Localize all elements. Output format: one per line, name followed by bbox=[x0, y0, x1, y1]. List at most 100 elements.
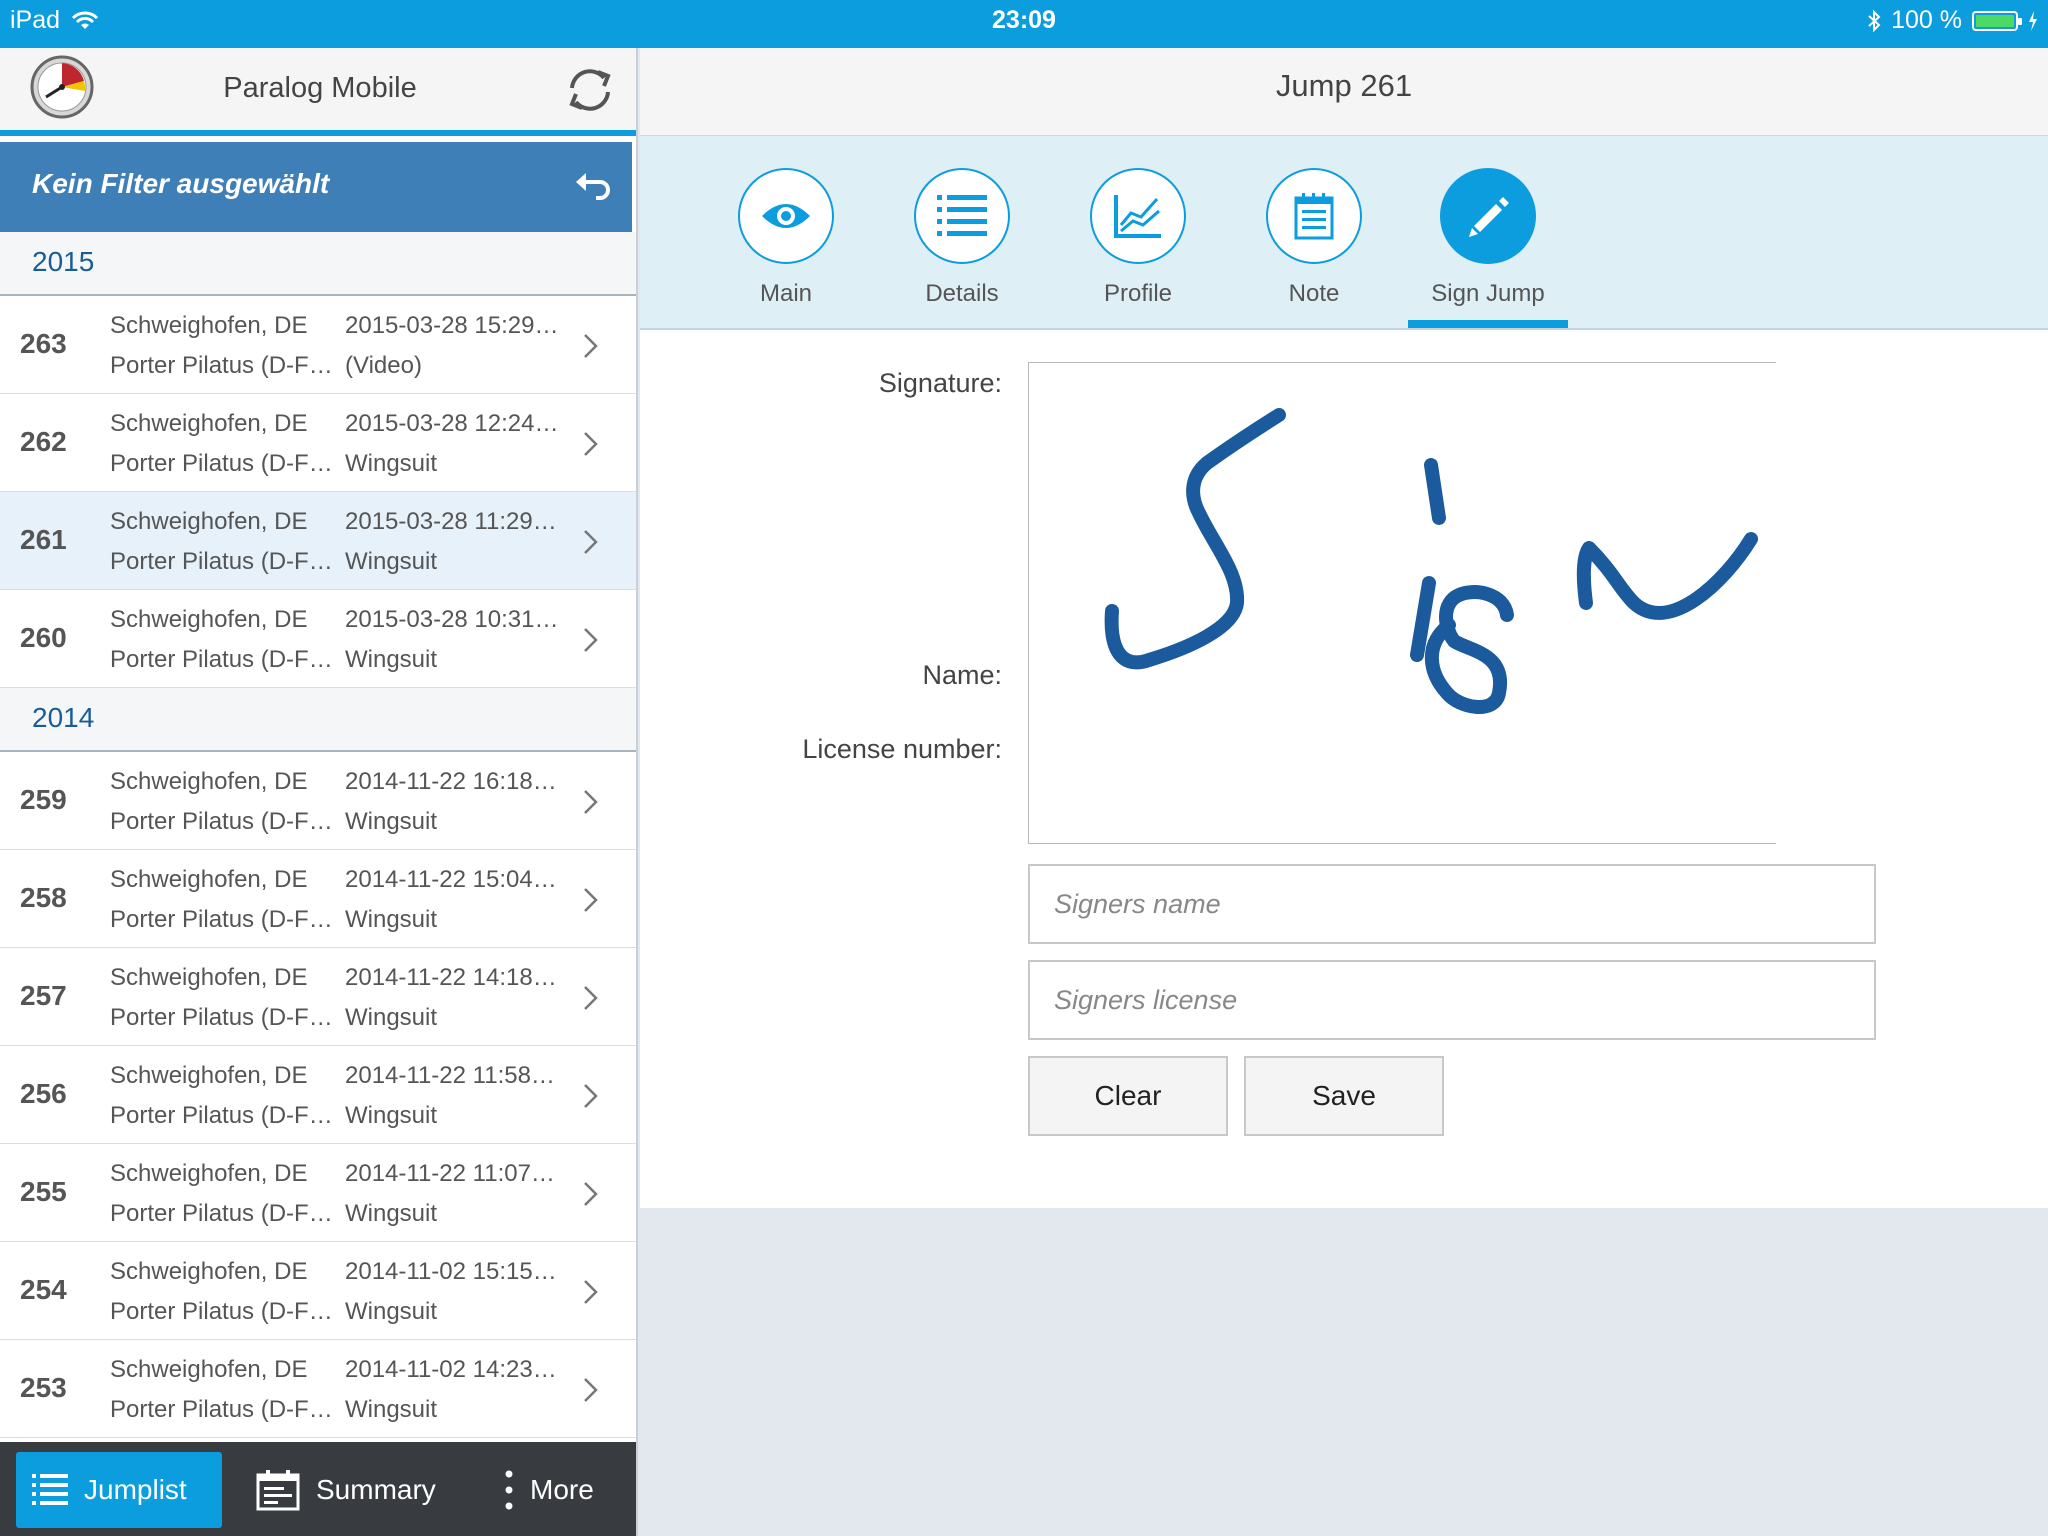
signer-license-input[interactable] bbox=[1028, 960, 1876, 1040]
note-button[interactable] bbox=[1266, 168, 1362, 264]
tab-main[interactable]: Main bbox=[706, 168, 866, 330]
detail-segment-bar: Main Details Profile Note Sign Jump bbox=[640, 136, 2048, 330]
jump-date: 2014-11-22 15:04… bbox=[345, 866, 557, 893]
jump-row[interactable]: 261 Schweighofen, DE Porter Pilatus (D-F… 2… bbox=[0, 492, 636, 590]
jump-place: Schweighofen, DE bbox=[110, 410, 308, 437]
jump-place: Schweighofen, DE bbox=[110, 606, 308, 633]
tab-profile[interactable]: Profile bbox=[1058, 168, 1218, 330]
jump-row[interactable]: 254 Schweighofen, DE Porter Pilatus (D-F… 2… bbox=[0, 1242, 636, 1340]
jump-type: Wingsuit bbox=[345, 1298, 438, 1325]
chevron-right-icon bbox=[584, 1280, 598, 1304]
jump-row[interactable]: 255 Schweighofen, DE Porter Pilatus (D-F… 2… bbox=[0, 1144, 636, 1242]
tab-jumplist[interactable]: Jumplist bbox=[16, 1452, 222, 1528]
jump-date: 2015-03-28 12:24… bbox=[345, 410, 559, 437]
calendar-icon bbox=[256, 1470, 300, 1511]
chevron-right-icon bbox=[584, 334, 598, 358]
jump-row[interactable]: 262 Schweighofen, DE Porter Pilatus (D-F… 2… bbox=[0, 394, 636, 492]
jump-row[interactable]: 260 Schweighofen, DE Porter Pilatus (D-F… 2… bbox=[0, 590, 636, 688]
signer-name-input[interactable] bbox=[1028, 864, 1876, 944]
chevron-right-icon bbox=[584, 790, 598, 814]
sign-jump-button[interactable] bbox=[1440, 168, 1536, 264]
eye-icon bbox=[762, 204, 810, 228]
list-icon bbox=[32, 1474, 68, 1505]
main-button[interactable] bbox=[738, 168, 834, 264]
jump-number: 261 bbox=[20, 524, 67, 555]
save-button[interactable]: Save bbox=[1244, 1056, 1444, 1136]
tab-summary-label: Summary bbox=[316, 1474, 436, 1505]
line-chart-icon bbox=[1114, 195, 1161, 238]
tab-profile-label: Profile bbox=[1103, 280, 1173, 307]
chevron-right-icon bbox=[584, 1378, 598, 1402]
jump-aircraft: Porter Pilatus (D-F… bbox=[110, 1396, 333, 1423]
jump-type: Wingsuit bbox=[345, 450, 438, 477]
detail-header: Jump 261 bbox=[640, 48, 2048, 136]
jump-aircraft: Porter Pilatus (D-F… bbox=[110, 1004, 333, 1031]
jump-place: Schweighofen, DE bbox=[110, 964, 308, 991]
left-header: Paralog Mobile bbox=[0, 48, 636, 136]
altimeter-logo-icon[interactable] bbox=[30, 55, 94, 119]
chevron-right-icon bbox=[584, 888, 598, 912]
active-tab-indicator bbox=[1408, 320, 1568, 328]
undo-icon[interactable] bbox=[572, 168, 610, 206]
jump-date: 2014-11-02 15:15… bbox=[345, 1258, 557, 1285]
jump-place: Schweighofen, DE bbox=[110, 866, 308, 893]
signature-pad[interactable] bbox=[1028, 362, 1776, 844]
jump-number: 258 bbox=[20, 882, 67, 913]
jump-aircraft: Porter Pilatus (D-F… bbox=[110, 352, 333, 379]
filter-bar[interactable]: Kein Filter ausgewählt bbox=[0, 142, 632, 232]
jump-type: Wingsuit bbox=[345, 1396, 438, 1423]
jump-place: Schweighofen, DE bbox=[110, 1160, 308, 1187]
filter-label: Kein Filter ausgewählt bbox=[32, 168, 330, 199]
jump-type: Wingsuit bbox=[345, 646, 438, 673]
jump-number: 260 bbox=[20, 622, 67, 653]
tab-sign-jump[interactable]: Sign Jump bbox=[1408, 168, 1568, 330]
jump-aircraft: Porter Pilatus (D-F… bbox=[110, 906, 333, 933]
bottom-tab-bar: Jumplist Summary More bbox=[0, 1442, 636, 1536]
jump-aircraft: Porter Pilatus (D-F… bbox=[110, 646, 333, 673]
jump-row[interactable]: 258 Schweighofen, DE Porter Pilatus (D-F… 2… bbox=[0, 850, 636, 948]
jump-type: Wingsuit bbox=[345, 1004, 438, 1031]
jump-row[interactable]: 253 Schweighofen, DE Porter Pilatus (D-F… 2… bbox=[0, 1340, 636, 1438]
jump-row[interactable]: 257 Schweighofen, DE Porter Pilatus (D-F… 2… bbox=[0, 948, 636, 1046]
tab-summary[interactable]: Summary bbox=[252, 1452, 462, 1528]
jump-row[interactable]: 259 Schweighofen, DE Porter Pilatus (D-F… 2… bbox=[0, 752, 636, 850]
refresh-icon[interactable] bbox=[564, 64, 616, 116]
jump-row[interactable]: 263 Schweighofen, DE Porter Pilatus (D-F… 2… bbox=[0, 296, 636, 394]
jump-place: Schweighofen, DE bbox=[110, 508, 308, 535]
jump-list: 2015 263 Schweighofen, DE Porter Pilatus (D… bbox=[0, 232, 636, 1438]
jump-date: 2015-03-28 10:31… bbox=[345, 606, 559, 633]
app-title: Paralog Mobile bbox=[223, 72, 417, 104]
tab-details-label: Details bbox=[925, 280, 999, 307]
jump-row[interactable]: 256 Schweighofen, DE Porter Pilatus (D-F… 2… bbox=[0, 1046, 636, 1144]
chevron-right-icon bbox=[584, 1182, 598, 1206]
jump-number: 256 bbox=[20, 1078, 67, 1109]
jump-date: 2014-11-22 16:18… bbox=[345, 768, 557, 795]
jump-date: 2014-11-22 14:18… bbox=[345, 964, 557, 991]
jump-number: 257 bbox=[20, 980, 67, 1011]
jump-type: Wingsuit bbox=[345, 808, 438, 835]
tab-details[interactable]: Details bbox=[882, 168, 1042, 330]
jump-aircraft: Porter Pilatus (D-F… bbox=[110, 1200, 333, 1227]
chevron-right-icon bbox=[584, 628, 598, 652]
sign-jump-form: Signature: Name: License number: Clear S… bbox=[640, 330, 2048, 1208]
jump-date: 2014-11-02 14:23… bbox=[345, 1356, 557, 1383]
tab-more[interactable]: More bbox=[500, 1452, 630, 1528]
jump-place: Schweighofen, DE bbox=[110, 312, 308, 339]
battery-percent: 100 % bbox=[1891, 6, 1962, 34]
tab-sign-jump-label: Sign Jump bbox=[1431, 280, 1545, 307]
jump-number: 262 bbox=[20, 426, 67, 457]
jump-date: 2014-11-22 11:07… bbox=[345, 1160, 555, 1187]
tab-note[interactable]: Note bbox=[1234, 168, 1394, 330]
year-header: 2015 bbox=[0, 232, 636, 296]
bluetooth-icon bbox=[1868, 9, 1881, 32]
page-title: Jump 261 bbox=[1275, 68, 1413, 103]
jump-aircraft: Porter Pilatus (D-F… bbox=[110, 548, 333, 575]
tab-main-label: Main bbox=[759, 280, 813, 307]
chevron-right-icon bbox=[584, 986, 598, 1010]
notepad-icon bbox=[1294, 193, 1334, 240]
profile-button[interactable] bbox=[1090, 168, 1186, 264]
details-button[interactable] bbox=[914, 168, 1010, 264]
tab-note-label: Note bbox=[1288, 280, 1340, 307]
tab-jumplist-label: Jumplist bbox=[84, 1474, 187, 1505]
clear-button[interactable]: Clear bbox=[1028, 1056, 1228, 1136]
